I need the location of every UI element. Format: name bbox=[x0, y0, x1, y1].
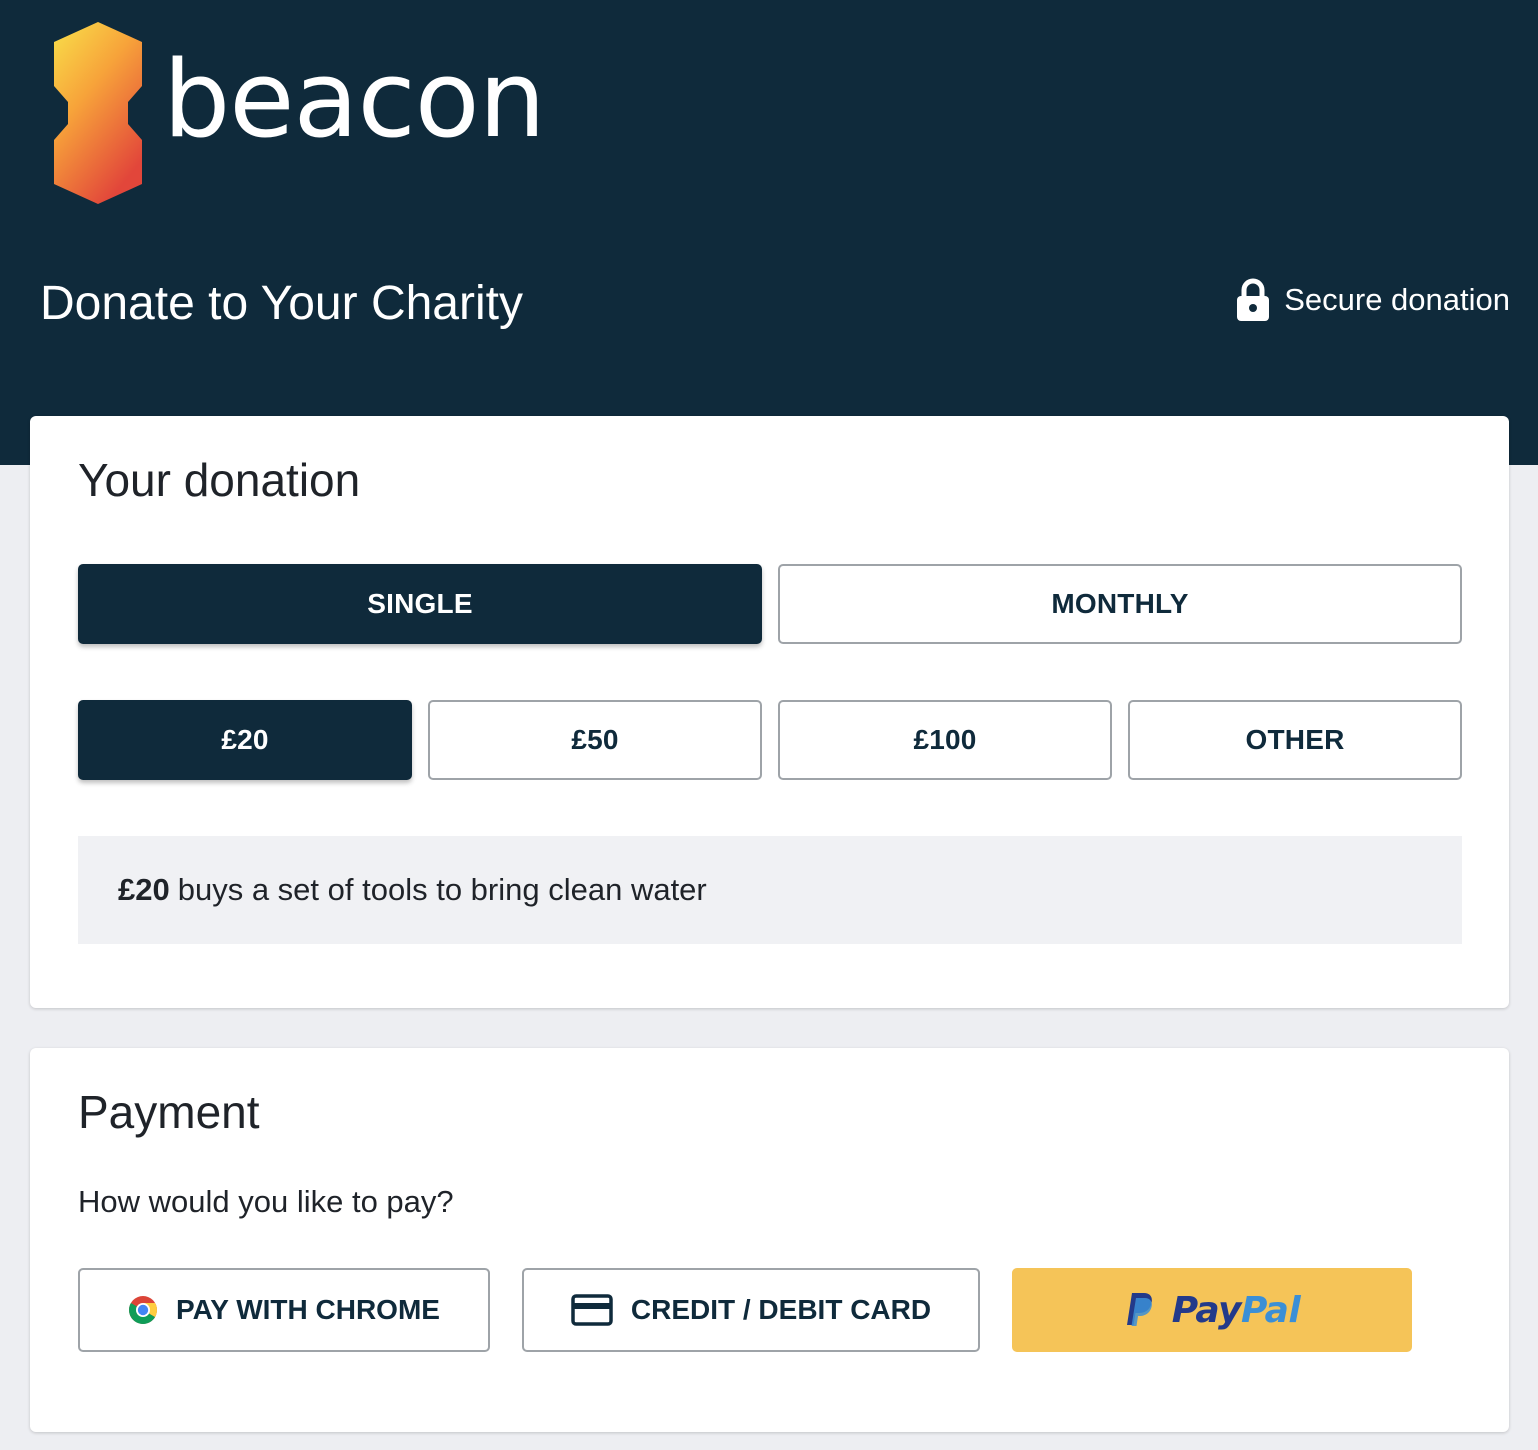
payment-question: How would you like to pay? bbox=[78, 1184, 454, 1219]
lock-icon bbox=[1237, 278, 1270, 321]
paypal-icon bbox=[1126, 1293, 1152, 1326]
paypal-label-pay: Pay bbox=[1171, 1289, 1242, 1331]
amount-other-button[interactable]: OTHER bbox=[1128, 700, 1462, 780]
header: beacon Donate to Your Charity Secure don… bbox=[0, 0, 1538, 465]
frequency-monthly-button[interactable]: MONTHLY bbox=[778, 564, 1462, 644]
donation-title: Your donation bbox=[78, 454, 361, 506]
beacon-logo[interactable]: beacon bbox=[50, 20, 590, 210]
amount-20-button[interactable]: £20 bbox=[78, 700, 412, 780]
paypal-label-pal: Pal bbox=[1241, 1289, 1301, 1331]
brand-name: beacon bbox=[163, 38, 546, 161]
donation-card: Your donation SINGLE MONTHLY £20 £50 £10… bbox=[30, 416, 1509, 1008]
credit-card-icon bbox=[571, 1294, 613, 1326]
chrome-icon bbox=[129, 1296, 158, 1324]
paypal-button[interactable]: PayPal bbox=[1012, 1268, 1412, 1352]
page-title: Donate to Your Charity bbox=[40, 277, 523, 330]
payment-title: Payment bbox=[78, 1086, 260, 1138]
credit-debit-card-button[interactable]: CREDIT / DEBIT CARD bbox=[522, 1268, 980, 1352]
credit-debit-card-label: CREDIT / DEBIT CARD bbox=[630, 1294, 932, 1325]
paypal-label: PayPal bbox=[1171, 1289, 1301, 1331]
impact-message: £20 buys a set of tools to bring clean w… bbox=[78, 836, 1462, 944]
impact-text: buys a set of tools to bring clean water bbox=[177, 872, 707, 907]
amount-100-button[interactable]: £100 bbox=[778, 700, 1112, 780]
beacon-logo-mark-icon bbox=[54, 22, 142, 204]
payment-card: Payment How would you like to pay? PAY W… bbox=[30, 1048, 1509, 1432]
pay-with-chrome-label: PAY WITH CHROME bbox=[176, 1294, 440, 1325]
frequency-single-button[interactable]: SINGLE bbox=[78, 564, 762, 644]
secure-donation-label: Secure donation bbox=[1284, 282, 1510, 317]
impact-amount: £20 bbox=[118, 872, 170, 907]
amount-50-button[interactable]: £50 bbox=[428, 700, 762, 780]
pay-with-chrome-button[interactable]: PAY WITH CHROME bbox=[78, 1268, 490, 1352]
secure-donation-indicator: Secure donation bbox=[1236, 276, 1510, 324]
